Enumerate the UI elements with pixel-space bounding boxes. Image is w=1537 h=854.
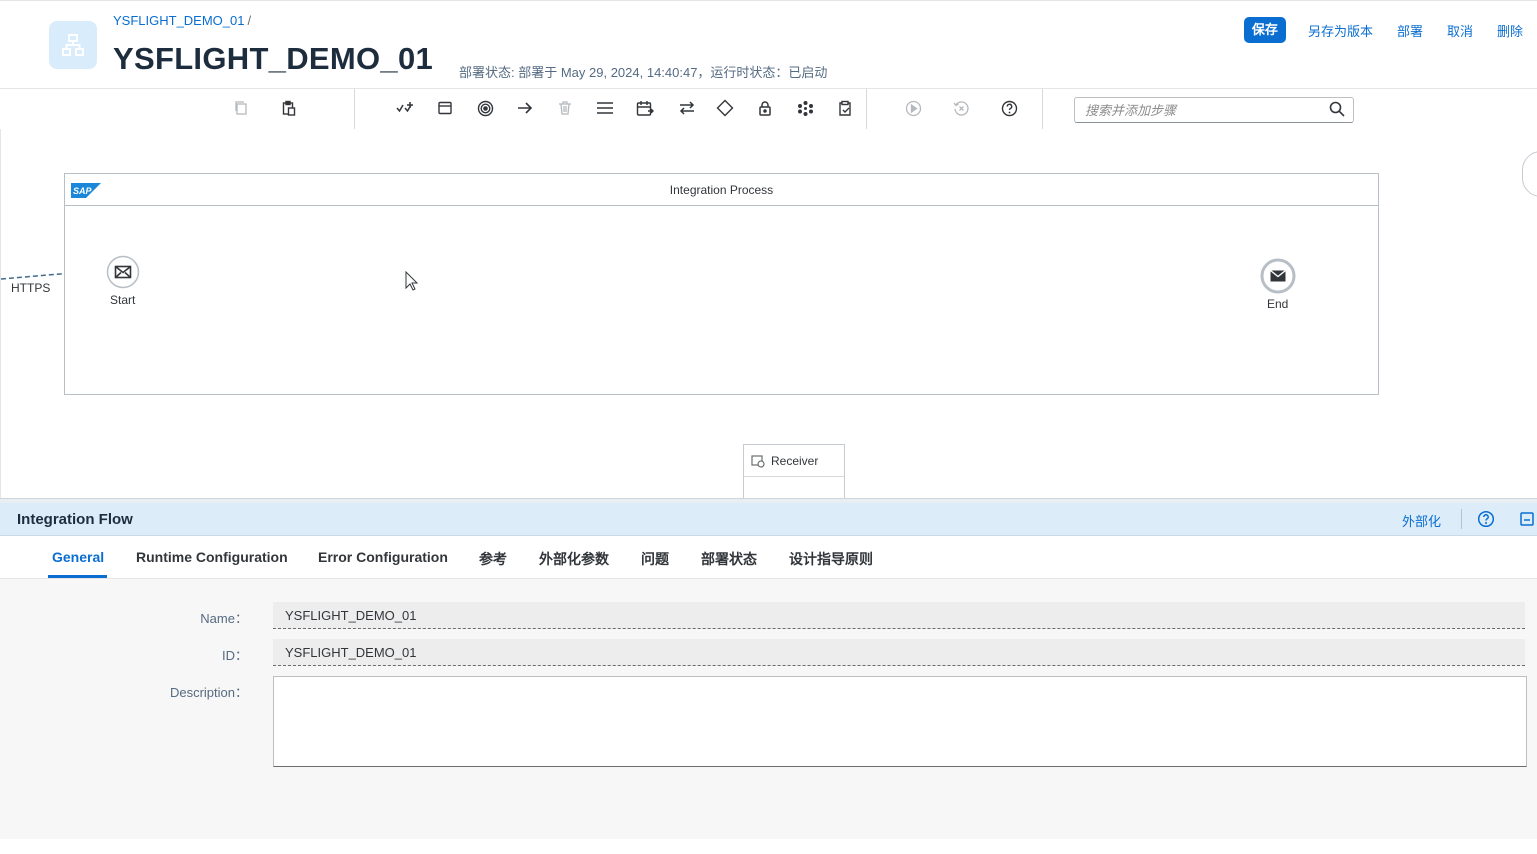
sender-channel-label: HTTPS — [11, 281, 51, 295]
help-icon[interactable] — [999, 98, 1019, 118]
save-as-version-button[interactable]: 另存为版本 — [1308, 21, 1373, 40]
validator-icon[interactable] — [835, 98, 855, 118]
header-actions: 保存 另存为版本 部署 取消 删除 — [1243, 17, 1523, 43]
id-field — [273, 639, 1525, 666]
tab-error-configuration[interactable]: Error Configuration — [318, 549, 448, 565]
help-icon[interactable] — [1477, 510, 1495, 528]
breadcrumb-link[interactable]: YSFLIGHT_DEMO_01 — [113, 13, 245, 28]
footer-strip — [0, 839, 1537, 854]
name-field — [273, 602, 1525, 629]
panel-title: Integration Flow — [17, 511, 133, 528]
process-canvas[interactable]: HTTPS SAP Integration Process Start End … — [0, 129, 1537, 499]
tab-general[interactable]: General — [52, 549, 104, 565]
search-icon[interactable] — [1329, 101, 1347, 119]
delete-icon[interactable] — [555, 98, 575, 118]
paste-icon[interactable] — [279, 98, 299, 118]
page-title: YSFLIGHT_DEMO_01 — [113, 41, 434, 76]
pool-header: SAP Integration Process — [65, 174, 1378, 206]
transformation-icon[interactable] — [795, 98, 815, 118]
mapping-icon[interactable] — [677, 98, 697, 118]
id-input[interactable] — [283, 639, 1517, 665]
palette-toolbar — [0, 88, 1537, 130]
receiver-header: Receiver — [744, 445, 844, 477]
tab-problems[interactable]: 问题 — [641, 549, 669, 569]
copy-icon[interactable] — [231, 98, 251, 118]
save-button[interactable]: 保存 — [1243, 17, 1286, 43]
mouse-cursor-icon — [405, 270, 419, 296]
start-event-label: Start — [110, 293, 136, 307]
description-label: Description： — [169, 685, 248, 700]
tab-design-guidelines[interactable]: 设计指导原则 — [789, 549, 873, 569]
general-form: Name： ID： Description： — [0, 579, 1537, 839]
toolbar-separator — [354, 89, 355, 129]
security-icon[interactable] — [755, 98, 775, 118]
end-event[interactable] — [1260, 258, 1296, 294]
pool-title: Integration Process — [669, 183, 774, 197]
integration-flow-icon — [49, 21, 97, 69]
routing-icon[interactable] — [715, 98, 735, 118]
description-field — [273, 676, 1527, 767]
id-label: ID： — [221, 648, 248, 663]
panel-header-separator — [1461, 509, 1462, 529]
breadcrumb-separator: / — [247, 13, 252, 28]
end-event-label: End — [1267, 297, 1289, 311]
externalize-button[interactable]: 外部化 — [1402, 511, 1441, 530]
tab-runtime-configuration[interactable]: Runtime Configuration — [136, 549, 288, 565]
tab-references[interactable]: 参考 — [479, 549, 507, 569]
calls-icon[interactable] — [635, 98, 655, 118]
deployment-status: 部署状态: 部署于 May 29, 2024, 14:40:47，运行时状态：已… — [459, 65, 828, 80]
receiver-icon — [751, 454, 765, 468]
deploy-button[interactable]: 部署 — [1397, 21, 1423, 40]
reset-icon[interactable] — [951, 98, 971, 118]
tab-deployment-status[interactable]: 部署状态 — [701, 549, 757, 569]
connector-icon[interactable] — [515, 98, 535, 118]
object-header: YSFLIGHT_DEMO_01/ YSFLIGHT_DEMO_01 部署状态:… — [0, 0, 1537, 89]
step-search — [1074, 97, 1354, 123]
properties-tabs: General Runtime Configuration Error Conf… — [0, 536, 1537, 579]
process-icon[interactable] — [435, 98, 455, 118]
tab-externalized-parameters[interactable]: 外部化参数 — [539, 549, 609, 569]
name-label: Name： — [200, 611, 248, 626]
cancel-button[interactable]: 取消 — [1447, 21, 1473, 40]
collapse-panel-icon[interactable] — [1519, 511, 1535, 527]
breadcrumb: YSFLIGHT_DEMO_01/ — [113, 13, 251, 28]
delete-button[interactable]: 删除 — [1497, 21, 1523, 40]
participants-icon[interactable] — [395, 98, 415, 118]
description-input[interactable] — [280, 680, 1524, 767]
receiver-label: Receiver — [771, 453, 819, 468]
simulate-icon[interactable] — [903, 98, 923, 118]
start-event[interactable] — [106, 255, 140, 289]
menu-icon[interactable] — [595, 98, 615, 118]
receiver-participant[interactable]: Receiver — [743, 444, 845, 499]
events-icon[interactable] — [475, 98, 495, 118]
properties-panel-header: Integration Flow 外部化 — [0, 503, 1537, 536]
search-input[interactable] — [1083, 98, 1327, 122]
integration-process-pool[interactable]: SAP Integration Process — [64, 173, 1379, 395]
name-input[interactable] — [283, 602, 1517, 628]
toolbar-separator — [866, 89, 867, 129]
active-tab-indicator — [48, 575, 107, 578]
toolbar-separator — [1042, 89, 1043, 129]
